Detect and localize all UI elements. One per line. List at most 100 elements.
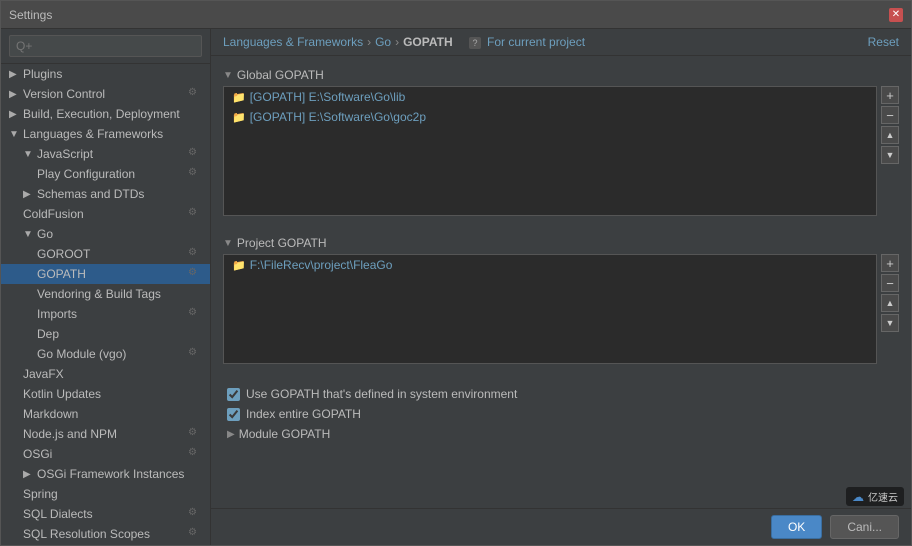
panel-content: ▼ Global GOPATH 📁 [GOPATH] E:\Software\G… [211, 56, 911, 508]
footer: OK Cani... [211, 508, 911, 545]
project-gopath-list: 📁 F:\FileRecv\project\FleaGo [223, 254, 877, 364]
chevron-right-icon: ▶ [23, 469, 37, 480]
sidebar-item-nodejs-npm[interactable]: Node.js and NPM ⚙ [1, 424, 210, 444]
cancel-button[interactable]: Cani... [830, 515, 899, 539]
chevron-down-icon: ▼ [223, 238, 233, 249]
sidebar-item-osgi-framework[interactable]: ▶ OSGi Framework Instances [1, 464, 210, 484]
breadcrumb-bar: Languages & Frameworks › Go › GOPATH ? F… [211, 29, 911, 56]
sidebar-item-imports[interactable]: Imports ⚙ [1, 304, 210, 324]
sidebar-item-vendoring[interactable]: Vendoring & Build Tags [1, 284, 210, 304]
index-entire-gopath-label: Index entire GOPATH [246, 407, 361, 421]
breadcrumb-sep-1: › [367, 35, 371, 49]
move-up-project-gopath-button[interactable]: ▲ [881, 294, 899, 312]
add-global-gopath-button[interactable]: + [881, 86, 899, 104]
index-entire-gopath-row: Index entire GOPATH [223, 404, 899, 424]
sidebar-item-spring[interactable]: Spring [1, 484, 210, 504]
sidebar-item-coldfusion[interactable]: ColdFusion ⚙ [1, 204, 210, 224]
index-entire-gopath-checkbox[interactable] [227, 408, 240, 421]
search-box [1, 29, 210, 64]
remove-global-gopath-button[interactable]: − [881, 106, 899, 124]
settings-icon: ⚙ [188, 267, 202, 281]
list-item: 📁 F:\FileRecv\project\FleaGo [224, 255, 876, 275]
global-gopath-title: Global GOPATH [237, 68, 324, 82]
use-gopath-env-checkbox[interactable] [227, 388, 240, 401]
breadcrumb-hint: ? For current project [469, 35, 585, 49]
chevron-down-icon: ▼ [23, 229, 37, 240]
add-project-gopath-button[interactable]: + [881, 254, 899, 272]
chevron-down-icon: ▼ [223, 70, 233, 81]
search-input[interactable] [9, 35, 202, 57]
sidebar-item-javascript[interactable]: ▼ JavaScript ⚙ [1, 144, 210, 164]
project-gopath-actions: + − ▲ ▼ [881, 254, 899, 372]
folder-icon: 📁 [232, 91, 246, 104]
chevron-down-icon: ▼ [23, 149, 37, 160]
project-gopath-header[interactable]: ▼ Project GOPATH [223, 236, 899, 250]
sidebar-item-markdown[interactable]: Markdown [1, 404, 210, 424]
remove-project-gopath-button[interactable]: − [881, 274, 899, 292]
watermark-text: 亿速云 [868, 489, 898, 504]
folder-icon: 📁 [232, 111, 246, 124]
close-button[interactable]: ✕ [889, 8, 903, 22]
list-item: 📁 [GOPATH] E:\Software\Go\goc2p [224, 107, 876, 127]
settings-icon: ⚙ [188, 167, 202, 181]
ok-button[interactable]: OK [771, 515, 822, 539]
sidebar-item-build-execution[interactable]: ▶ Build, Execution, Deployment [1, 104, 210, 124]
settings-icon: ⚙ [188, 507, 202, 521]
sidebar-item-play-configuration[interactable]: Play Configuration ⚙ [1, 164, 210, 184]
settings-icon: ⚙ [188, 427, 202, 441]
sidebar-item-version-control[interactable]: ▶ Version Control ⚙ [1, 84, 210, 104]
settings-icon: ⚙ [188, 347, 202, 361]
sidebar-item-gopath[interactable]: GOPATH ⚙ [1, 264, 210, 284]
sidebar-item-go-module[interactable]: Go Module (vgo) ⚙ [1, 344, 210, 364]
global-gopath-list: 📁 [GOPATH] E:\Software\Go\lib 📁 [GOPATH]… [223, 86, 877, 216]
sidebar-item-dep[interactable]: Dep [1, 324, 210, 344]
global-gopath-section: ▼ Global GOPATH 📁 [GOPATH] E:\Software\G… [223, 68, 899, 224]
svg-text:?: ? [472, 38, 477, 48]
settings-icon: ⚙ [188, 147, 202, 161]
settings-icon: ⚙ [188, 307, 202, 321]
module-gopath-label: Module GOPATH [239, 427, 331, 441]
sidebar-item-kotlin-updates[interactable]: Kotlin Updates [1, 384, 210, 404]
global-gopath-header[interactable]: ▼ Global GOPATH [223, 68, 899, 82]
sidebar-item-goroot[interactable]: GOROOT ⚙ [1, 244, 210, 264]
sidebar-item-osgi[interactable]: OSGi ⚙ [1, 444, 210, 464]
settings-icon: ⚙ [188, 87, 202, 101]
folder-icon: 📁 [232, 259, 246, 272]
settings-icon: ⚙ [188, 527, 202, 541]
sidebar-item-sql-dialects[interactable]: SQL Dialects ⚙ [1, 504, 210, 524]
settings-icon: ⚙ [188, 247, 202, 261]
project-gopath-section: ▼ Project GOPATH 📁 F:\FileRecv\project\F… [223, 236, 899, 372]
cloud-icon: ☁ [852, 490, 864, 504]
chevron-down-icon: ▼ [9, 129, 23, 140]
sidebar-item-javafx[interactable]: JavaFX [1, 364, 210, 384]
chevron-right-icon: ▶ [9, 109, 23, 120]
settings-window: Settings ✕ ▶ Plugins ▶ Version Control ⚙… [0, 0, 912, 546]
module-gopath-row[interactable]: ▶ Module GOPATH [223, 424, 899, 444]
move-up-global-gopath-button[interactable]: ▲ [881, 126, 899, 144]
chevron-right-icon: ▶ [9, 89, 23, 100]
main-panel: Languages & Frameworks › Go › GOPATH ? F… [211, 29, 911, 545]
sidebar-item-languages-frameworks[interactable]: ▼ Languages & Frameworks [1, 124, 210, 144]
window-title: Settings [9, 8, 52, 22]
chevron-right-icon: ▶ [23, 189, 37, 200]
move-down-project-gopath-button[interactable]: ▼ [881, 314, 899, 332]
breadcrumb-sep-2: › [395, 35, 399, 49]
global-gopath-actions: + − ▲ ▼ [881, 86, 899, 224]
sidebar: ▶ Plugins ▶ Version Control ⚙ ▶ Build, E… [1, 29, 211, 545]
breadcrumb-part-1[interactable]: Languages & Frameworks [223, 35, 363, 49]
breadcrumb-part-2[interactable]: Go [375, 35, 391, 49]
chevron-right-icon: ▶ [227, 429, 235, 440]
sidebar-item-plugins[interactable]: ▶ Plugins [1, 64, 210, 84]
sidebar-item-go[interactable]: ▼ Go [1, 224, 210, 244]
breadcrumb-current: GOPATH [403, 35, 453, 49]
reset-button[interactable]: Reset [868, 35, 899, 49]
move-down-global-gopath-button[interactable]: ▼ [881, 146, 899, 164]
settings-icon: ⚙ [188, 447, 202, 461]
use-gopath-env-label: Use GOPATH that's defined in system envi… [246, 387, 517, 401]
sidebar-item-sql-resolution[interactable]: SQL Resolution Scopes ⚙ [1, 524, 210, 544]
hint-icon: ? [469, 37, 481, 49]
titlebar: Settings ✕ [1, 1, 911, 29]
settings-icon: ⚙ [188, 207, 202, 221]
sidebar-item-schemas-dtds[interactable]: ▶ Schemas and DTDs [1, 184, 210, 204]
project-gopath-title: Project GOPATH [237, 236, 327, 250]
